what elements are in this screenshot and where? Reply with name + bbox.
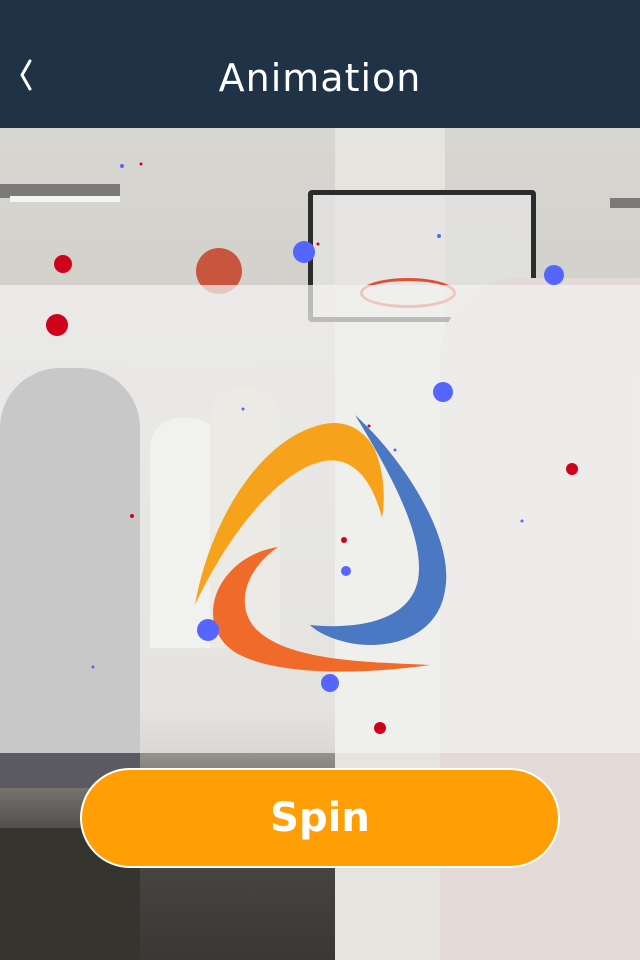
navigation-bar: Animation <box>0 0 640 128</box>
tricolor-swirl-logo <box>195 415 447 672</box>
page-title: Animation <box>218 56 422 100</box>
spin-button[interactable]: Spin <box>80 768 560 868</box>
